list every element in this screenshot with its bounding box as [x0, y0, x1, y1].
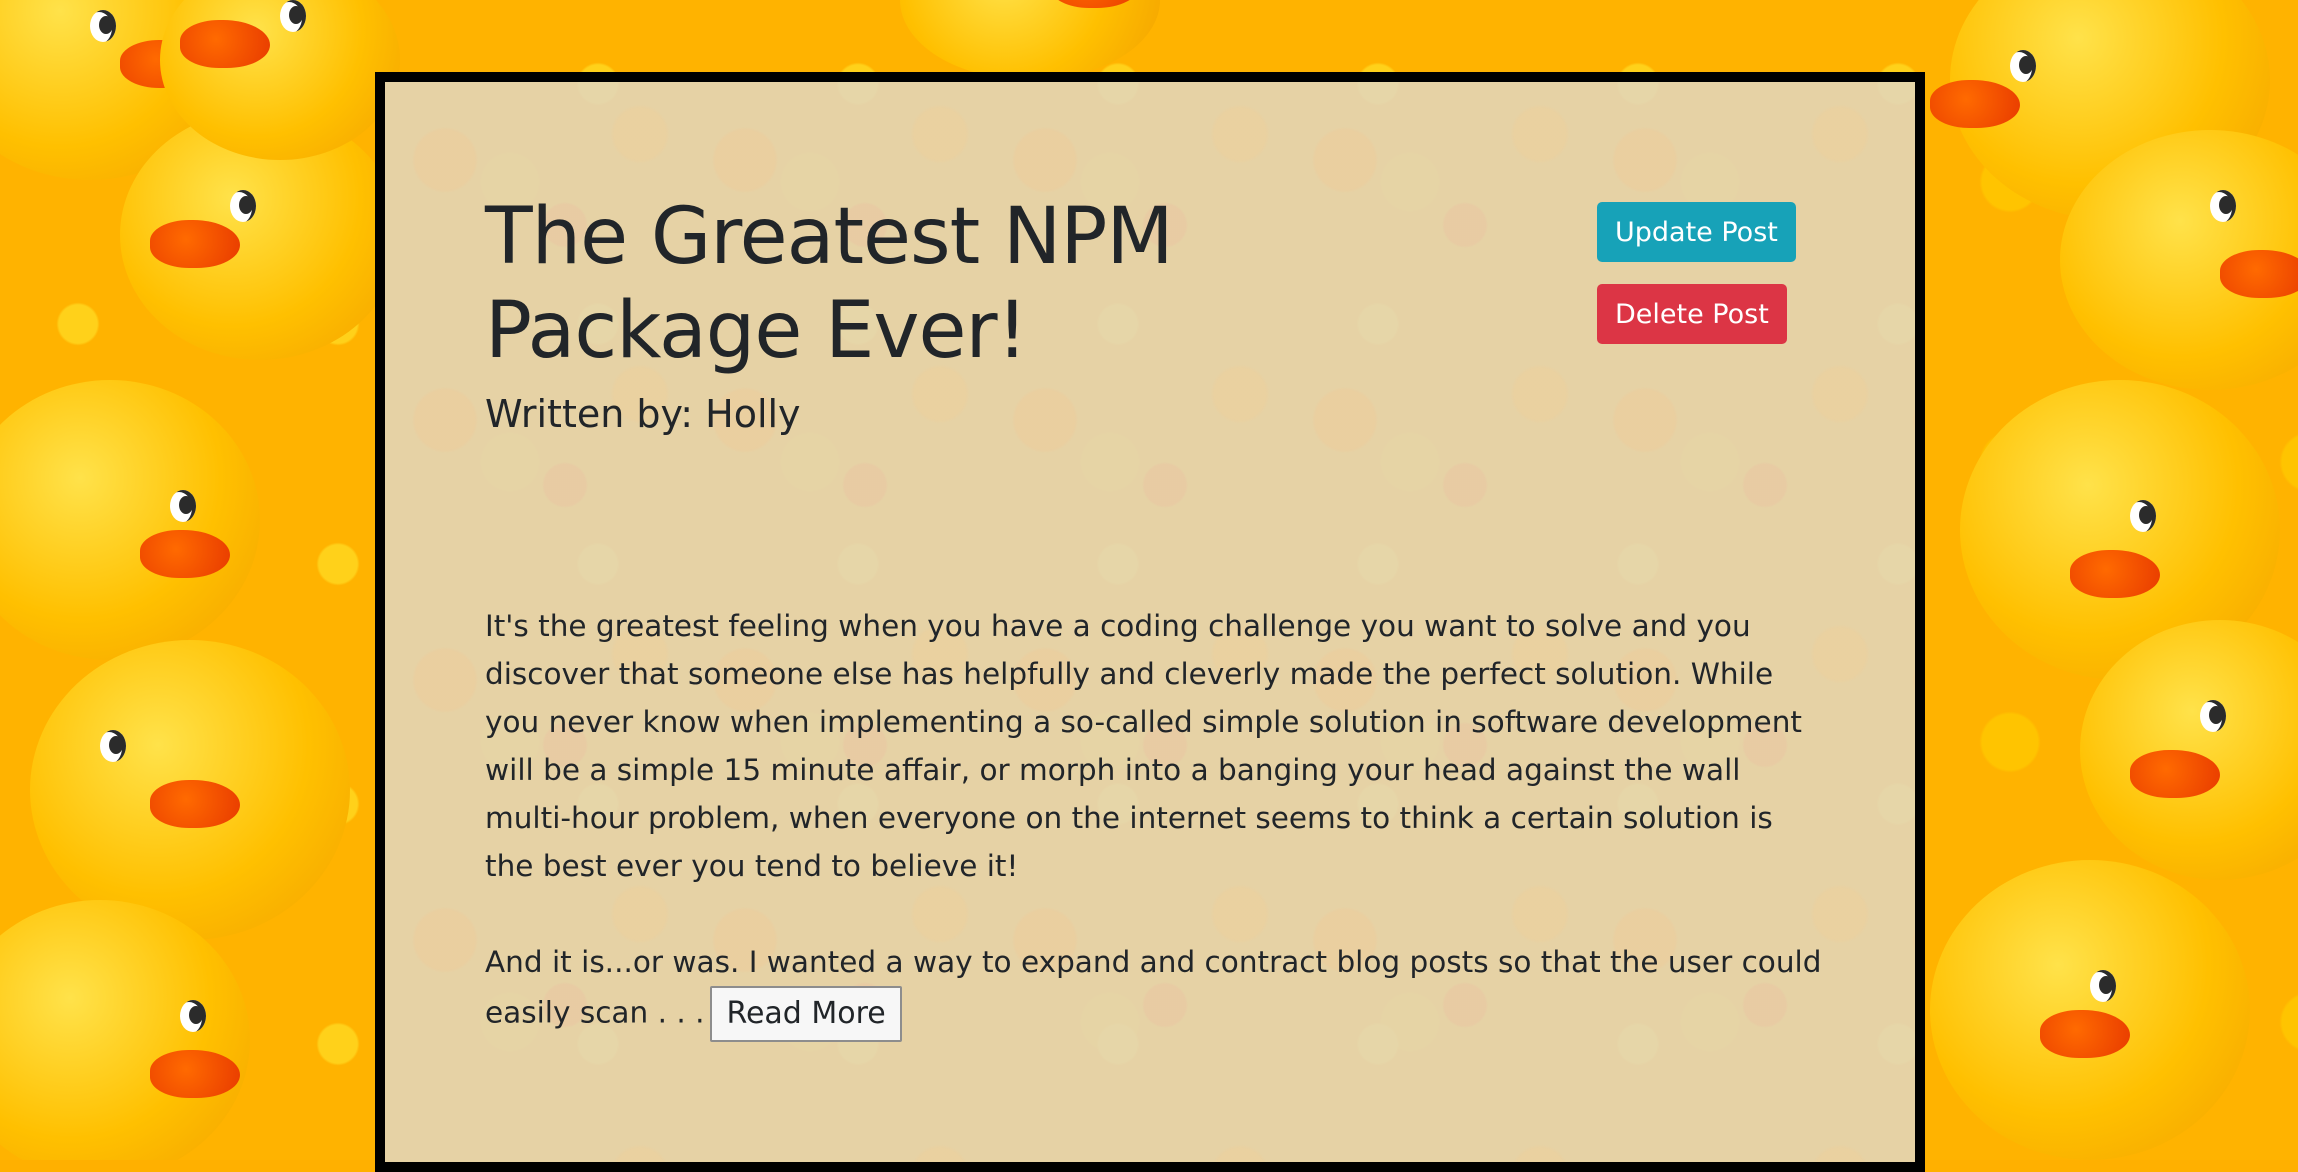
- post-author: Written by: Holly: [485, 392, 801, 436]
- delete-post-button[interactable]: Delete Post: [1597, 284, 1787, 344]
- blog-post-card: The Greatest NPM Package Ever! Written b…: [375, 72, 1925, 1172]
- duck-image: [30, 640, 350, 940]
- duck-image: [900, 0, 1160, 80]
- update-post-button[interactable]: Update Post: [1597, 202, 1796, 262]
- post-paragraph: It's the greatest feeling when you have …: [485, 609, 1802, 883]
- duck-image: [0, 380, 260, 660]
- post-paragraph-text: And it is...or was. I wanted a way to ex…: [485, 945, 1822, 1030]
- read-more-button[interactable]: Read More: [710, 986, 902, 1042]
- post-paragraph-preview: And it is...or was. I wanted a way to ex…: [485, 938, 1825, 1042]
- duck-image: [0, 900, 250, 1160]
- post-body: It's the greatest feeling when you have …: [485, 602, 1825, 1090]
- duck-image: [1930, 860, 2250, 1160]
- post-title: The Greatest NPM Package Ever!: [485, 192, 1174, 376]
